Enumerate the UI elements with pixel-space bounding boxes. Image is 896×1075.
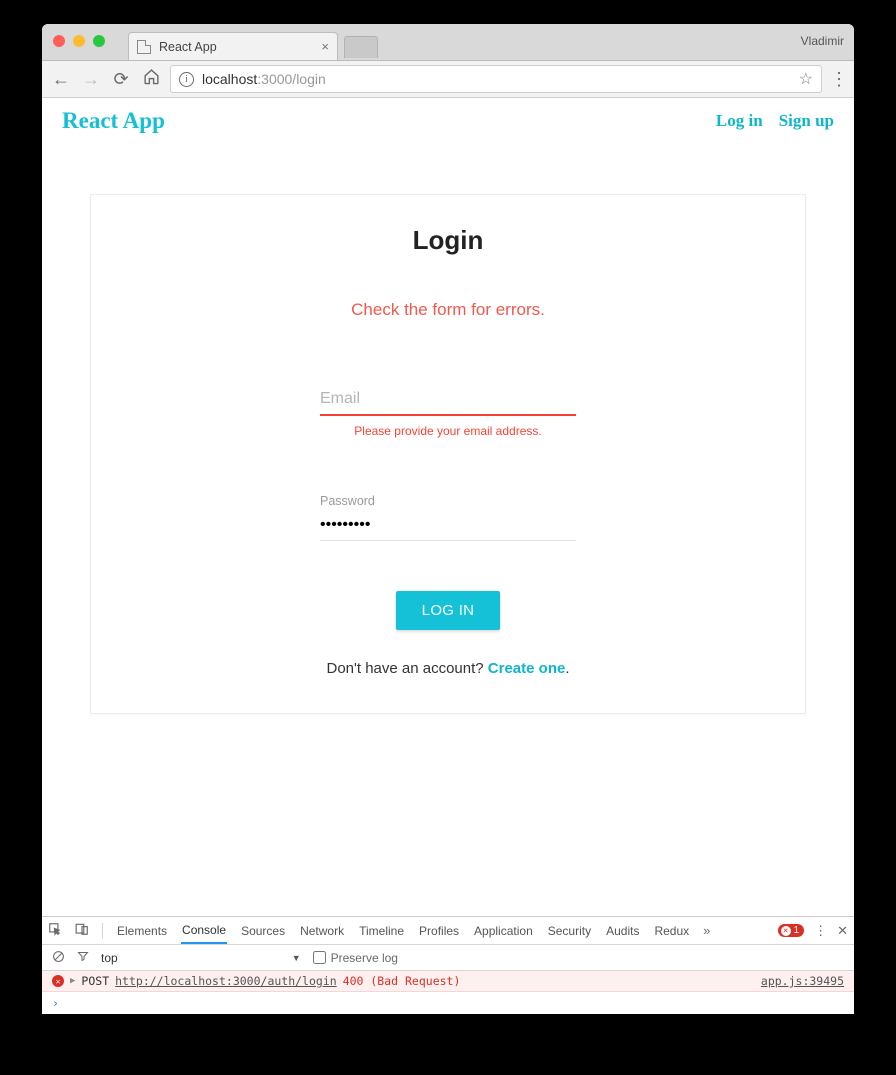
console-error-row[interactable]: ✕ ▶ POST http://localhost:3000/auth/logi…	[42, 971, 854, 992]
devtools-tab-sources[interactable]: Sources	[240, 917, 286, 944]
url-path: :3000/login	[257, 71, 326, 87]
console-prompt[interactable]: ›	[42, 992, 854, 1014]
page-viewport: React App Log in Sign up Login Check the…	[42, 98, 854, 1014]
site-info-icon[interactable]: i	[179, 72, 194, 87]
log-url[interactable]: http://localhost:3000/auth/login	[115, 974, 337, 988]
email-error-text: Please provide your email address.	[320, 424, 576, 438]
devtools-close-icon[interactable]: ✕	[837, 923, 848, 939]
password-label: Password	[320, 494, 576, 508]
error-icon: ✕	[52, 975, 64, 987]
tab-title: React App	[159, 40, 217, 54]
devtools-tab-profiles[interactable]: Profiles	[418, 917, 460, 944]
expand-icon[interactable]: ▶	[70, 976, 75, 986]
close-tab-icon[interactable]: ×	[321, 39, 329, 54]
back-button[interactable]: ←	[50, 69, 72, 90]
nav-signup-link[interactable]: Sign up	[779, 111, 834, 131]
page-icon	[137, 40, 151, 54]
email-field-wrapper: Please provide your email address.	[320, 384, 576, 438]
browser-menu-icon[interactable]: ⋮	[830, 69, 846, 90]
profile-name[interactable]: Vladimir	[801, 34, 844, 48]
clear-console-icon[interactable]	[52, 950, 65, 966]
window-controls	[53, 35, 105, 47]
browser-toolbar: ← → ⟳ i localhost:3000/login ☆ ⋮	[42, 60, 854, 98]
address-bar[interactable]: i localhost:3000/login ☆	[170, 65, 822, 93]
browser-tab[interactable]: React App ×	[128, 32, 338, 60]
login-card: Login Check the form for errors. Please …	[90, 194, 806, 714]
brand-title[interactable]: React App	[62, 108, 165, 134]
email-input[interactable]	[320, 384, 576, 416]
password-input[interactable]	[320, 510, 576, 541]
login-submit-button[interactable]: LOG IN	[396, 591, 501, 630]
home-button[interactable]	[140, 68, 162, 90]
context-selector[interactable]: top	[101, 951, 118, 965]
device-mode-icon[interactable]	[75, 922, 89, 939]
devtools-tab-redux[interactable]: Redux	[653, 917, 690, 944]
close-window-button[interactable]	[53, 35, 65, 47]
inspect-icon[interactable]	[48, 922, 62, 939]
browser-window: Vladimir React App × ← → ⟳ i localhost:3…	[42, 24, 854, 1014]
devtools-tabbar: Elements Console Sources Network Timelin…	[42, 917, 854, 945]
url-host: localhost	[202, 71, 257, 87]
password-field-wrapper: Password	[320, 494, 576, 541]
login-title: Login	[131, 225, 765, 256]
preserve-log-checkbox[interactable]	[313, 951, 326, 964]
nav-login-link[interactable]: Log in	[716, 111, 763, 131]
devtools-menu-icon[interactable]: ⋮	[814, 923, 827, 939]
log-status: 400 (Bad Request)	[343, 974, 461, 988]
preserve-log-label: Preserve log	[331, 951, 398, 965]
create-account-link[interactable]: Create one	[488, 660, 566, 677]
app-header: React App Log in Sign up	[42, 98, 854, 138]
devtools-panel: Elements Console Sources Network Timelin…	[42, 916, 854, 1014]
devtools-tab-network[interactable]: Network	[299, 917, 345, 944]
log-method: POST	[81, 974, 109, 988]
maximize-window-button[interactable]	[93, 35, 105, 47]
devtools-tab-audits[interactable]: Audits	[605, 917, 640, 944]
minimize-window-button[interactable]	[73, 35, 85, 47]
devtools-tab-console[interactable]: Console	[181, 917, 227, 944]
devtools-tab-timeline[interactable]: Timeline	[358, 917, 405, 944]
devtools-tab-security[interactable]: Security	[547, 917, 592, 944]
filter-icon[interactable]	[77, 950, 89, 965]
devtools-tab-elements[interactable]: Elements	[116, 917, 168, 944]
reload-button[interactable]: ⟳	[110, 69, 132, 90]
signup-prompt: Don't have an account? Create one.	[131, 660, 765, 677]
form-error-message: Check the form for errors.	[131, 300, 765, 320]
bookmark-icon[interactable]: ☆	[799, 69, 813, 89]
more-tabs-icon[interactable]: »	[703, 923, 710, 938]
dropdown-icon[interactable]: ▼	[292, 953, 301, 963]
devtools-tab-application[interactable]: Application	[473, 917, 534, 944]
log-source-link[interactable]: app.js:39495	[761, 974, 844, 988]
console-filter-bar: top ▼ Preserve log	[42, 945, 854, 971]
new-tab-button[interactable]	[344, 36, 378, 58]
error-count-badge[interactable]: 1	[778, 924, 805, 937]
forward-button: →	[80, 69, 102, 90]
browser-tabstrip: Vladimir React App ×	[42, 24, 854, 60]
